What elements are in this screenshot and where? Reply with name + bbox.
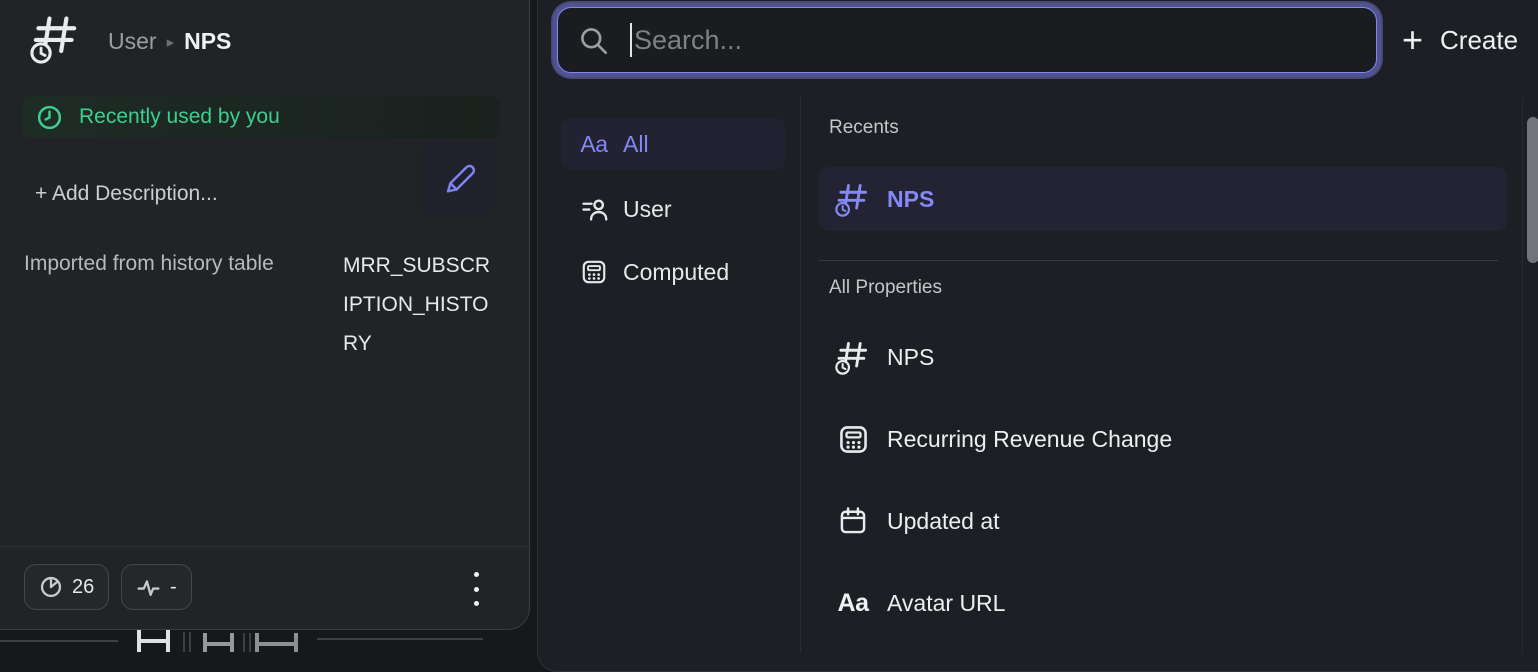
filter-tab-computed[interactable]: Computed [561,246,785,298]
pie-chart-icon [39,575,63,599]
search-field[interactable] [557,7,1377,73]
diagram-node-icon [203,633,234,652]
plus-icon: + [1402,22,1423,58]
calculator-icon [579,258,609,286]
calendar-icon [833,505,873,537]
text-type-icon: Aa [579,131,609,158]
edit-description-button[interactable] [420,141,495,216]
diagram-connector [189,632,191,652]
more-options-button[interactable] [468,572,484,606]
breadcrumb-current: NPS [184,28,231,55]
footer-divider [0,546,530,547]
search-modal: + Create Aa All User Computed Rece [537,0,1538,672]
numeric-property-clock-icon [833,339,873,375]
property-detail-card: User ▸ NPS Recently used by you + Add De… [0,0,530,630]
trend-pill[interactable]: - [121,564,192,610]
section-heading-all-properties: All Properties [829,277,942,299]
filter-label: All [623,131,649,158]
usage-count-value: 26 [72,576,94,599]
diagram-node-icon [137,629,170,652]
search-input[interactable] [558,8,1376,72]
imported-from-label: Imported from history table [24,252,274,276]
create-button[interactable]: + Create [1402,11,1518,69]
diagram-node-icon [255,633,298,652]
clock-icon [36,104,63,131]
diagram-connector [243,633,245,652]
diagram-connector [249,633,251,652]
filter-tab-all[interactable]: Aa All [561,118,785,170]
filter-label: User [623,196,672,223]
recently-used-badge: Recently used by you [22,96,500,138]
kebab-dot [474,601,479,606]
imported-table-value: MRR_SUBSCRIPTION_HISTORY [343,246,495,363]
property-row-recurring-revenue-change[interactable]: Recurring Revenue Change [819,407,1507,471]
pencil-icon [439,160,477,198]
activity-pulse-icon [136,575,161,600]
filter-label: Computed [623,259,729,286]
diagram-edge-line [0,640,118,642]
scrollbar-gutter [1522,97,1523,653]
user-list-icon [579,195,609,223]
text-caret [630,23,632,57]
scrollbar-thumb[interactable] [1527,117,1538,263]
property-row-nps[interactable]: NPS [819,325,1507,389]
recents-divider [819,260,1498,261]
filter-tab-user[interactable]: User [561,183,785,235]
filter-list-divider [800,97,801,653]
breadcrumb-chevron-icon: ▸ [167,33,175,51]
trend-value: - [170,576,177,599]
property-label: Recurring Revenue Change [887,426,1172,453]
diagram-edge-line [317,638,483,640]
recent-item-nps[interactable]: NPS [819,167,1507,231]
breadcrumb-parent[interactable]: User [108,28,157,55]
usage-count-pill[interactable]: 26 [24,564,109,610]
create-label: Create [1440,25,1518,56]
diagram-connector [183,632,185,652]
recently-used-label: Recently used by you [79,105,280,129]
property-label: NPS [887,344,934,371]
numeric-property-clock-icon [30,12,82,64]
kebab-dot [474,572,479,577]
property-label: NPS [887,186,934,213]
text-type-icon: Aa [833,589,873,618]
numeric-property-clock-icon [833,181,873,217]
property-label: Avatar URL [887,590,1005,617]
add-description-button[interactable]: + Add Description... [35,182,218,206]
calculator-icon [833,423,873,456]
breadcrumb[interactable]: User ▸ NPS [108,28,231,55]
property-row-avatar-url[interactable]: Aa Avatar URL [819,571,1507,635]
kebab-dot [474,587,479,592]
property-label: Updated at [887,508,1000,535]
section-heading-recents: Recents [829,117,899,139]
property-row-updated-at[interactable]: Updated at [819,489,1507,553]
